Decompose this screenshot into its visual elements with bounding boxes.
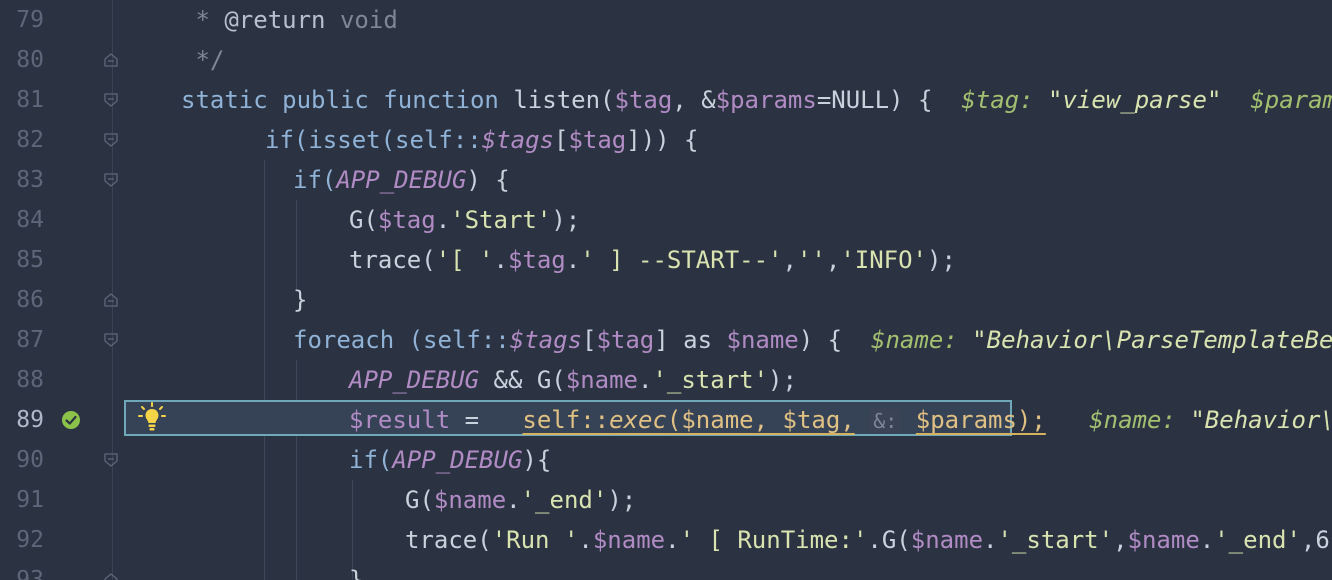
code-text: if(APP_DEBUG){ xyxy=(349,446,552,474)
line-number[interactable]: 86 xyxy=(8,280,44,320)
line-number[interactable]: 81 xyxy=(8,80,44,120)
code-text: static public function listen($tag, &$pa… xyxy=(181,80,1332,120)
fold-icon[interactable] xyxy=(104,573,118,580)
code-line-88[interactable]: 88 APP_DEBUG && G($name.'_start'); xyxy=(0,360,1332,400)
code-text: if(APP_DEBUG) { xyxy=(293,166,510,194)
line-number[interactable]: 79 xyxy=(8,0,44,40)
line-number[interactable]: 85 xyxy=(8,240,44,280)
lightbulb-icon[interactable] xyxy=(138,402,166,432)
line-number[interactable]: 82 xyxy=(8,120,44,160)
line-number[interactable]: 89 xyxy=(8,400,44,440)
code-line-93[interactable]: 93 } xyxy=(0,560,1332,580)
parameter-hint: &: xyxy=(869,409,902,433)
fold-icon[interactable] xyxy=(104,293,118,307)
inline-debug-hint: $name: "Behavior\ParseTemplateBehav xyxy=(871,326,1332,354)
code-text: trace('Run '.$name.' [ RunTime:'.G($name… xyxy=(405,526,1332,554)
code-text: */ xyxy=(181,46,225,74)
code-line-79[interactable]: 79 * @return void xyxy=(0,0,1332,40)
fold-icon[interactable] xyxy=(104,133,118,147)
inline-debug-hint: $name: "Behavior\Pars xyxy=(1089,406,1332,434)
line-number[interactable]: 90 xyxy=(8,440,44,480)
code-line-81[interactable]: 81 static public function listen($tag, &… xyxy=(0,80,1332,120)
inline-debug-hint: $tag: "view_parse" $params: xyxy=(961,86,1332,114)
line-number[interactable]: 84 xyxy=(8,200,44,240)
code-text: G($name.'_end'); xyxy=(405,486,637,514)
line-number[interactable]: 80 xyxy=(8,40,44,80)
code-line-92[interactable]: 92 trace('Run '.$name.' [ RunTime:'.G($n… xyxy=(0,520,1332,560)
code-text: } xyxy=(349,566,364,580)
fold-icon[interactable] xyxy=(104,93,118,107)
code-text: trace('[ '.$tag.' ] --START--','','INFO'… xyxy=(349,246,956,274)
code-text: APP_DEBUG && G($name.'_start'); xyxy=(349,366,797,394)
code-line-90[interactable]: 90 if(APP_DEBUG){ xyxy=(0,440,1332,480)
fold-icon[interactable] xyxy=(104,53,118,67)
line-number[interactable]: 91 xyxy=(8,480,44,520)
code-line-91[interactable]: 91 G($name.'_end'); xyxy=(0,480,1332,520)
code-text: G($tag.'Start'); xyxy=(349,206,581,234)
code-text: foreach (self::$tags[$tag] as $name) { $… xyxy=(293,320,1332,360)
code-line-85[interactable]: 85 trace('[ '.$tag.' ] --START--','','IN… xyxy=(0,240,1332,280)
code-line-82[interactable]: 82 if(isset(self::$tags[$tag])) { xyxy=(0,120,1332,160)
code-line-87[interactable]: 87 foreach (self::$tags[$tag] as $name) … xyxy=(0,320,1332,360)
check-icon[interactable] xyxy=(61,410,81,430)
line-number[interactable]: 88 xyxy=(8,360,44,400)
code-line-84[interactable]: 84 G($tag.'Start'); xyxy=(0,200,1332,240)
code-text: if(isset(self::$tags[$tag])) { xyxy=(265,126,699,154)
code-text: * @return void xyxy=(181,6,398,34)
line-number[interactable]: 93 xyxy=(8,560,44,580)
code-line-83[interactable]: 83 if(APP_DEBUG) { xyxy=(0,160,1332,200)
line-number[interactable]: 92 xyxy=(8,520,44,560)
fold-icon[interactable] xyxy=(104,453,118,467)
code-line-80[interactable]: 80 */ xyxy=(0,40,1332,80)
line-number[interactable]: 87 xyxy=(8,320,44,360)
code-text: $result = self::exec($name, $tag, &: $pa… xyxy=(349,400,1332,440)
code-line-89[interactable]: 89 $result = self::exec($name, $tag, &: … xyxy=(0,400,1332,440)
line-number[interactable]: 83 xyxy=(8,160,44,200)
fold-icon[interactable] xyxy=(104,333,118,347)
code-text: } xyxy=(293,286,308,314)
code-editor[interactable]: 79 * @return void 80 */ 81 static public… xyxy=(0,0,1332,580)
code-line-86[interactable]: 86 } xyxy=(0,280,1332,320)
fold-icon[interactable] xyxy=(104,173,118,187)
